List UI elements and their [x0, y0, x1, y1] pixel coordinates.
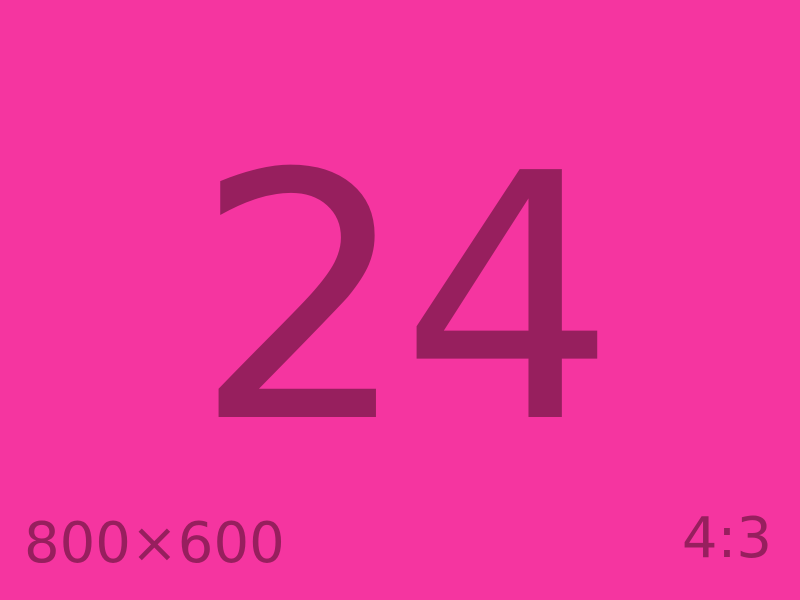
aspect-ratio-label: 4:3: [681, 506, 772, 571]
center-number: 24: [193, 102, 617, 498]
dimensions-label: 800×600: [24, 511, 285, 576]
